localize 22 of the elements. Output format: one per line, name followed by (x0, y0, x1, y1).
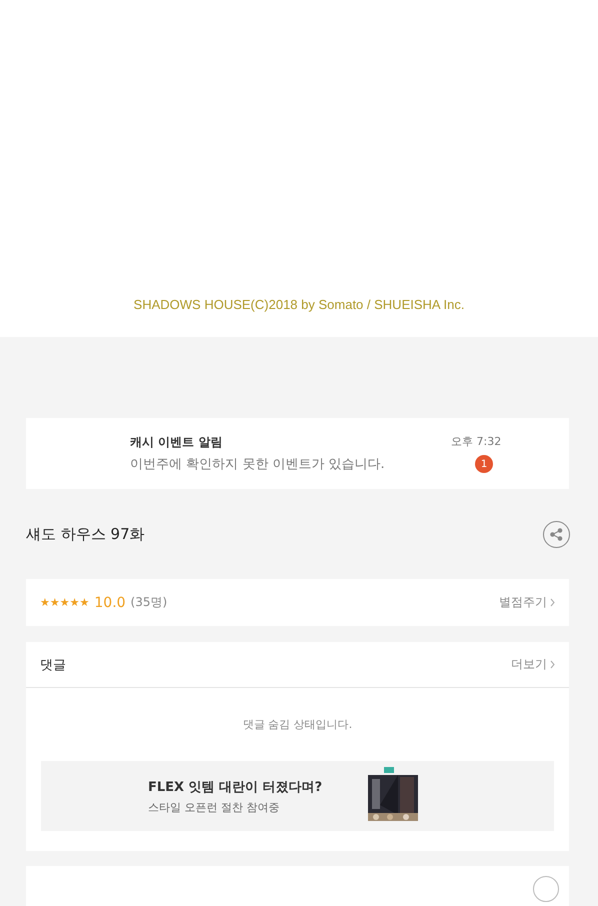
rate-link[interactable]: 별점주기 (499, 594, 555, 611)
episode-title: 섀도 하우스 97화 (26, 524, 145, 544)
share-button[interactable] (543, 520, 570, 548)
notice-title: 캐시 이벤트 알림 (130, 434, 224, 451)
unread-badge: 1 (475, 455, 493, 473)
more-link[interactable]: 더보기 (511, 656, 555, 673)
chevron-icon (550, 660, 555, 669)
share-icon (550, 528, 563, 540)
comments-title: 댓글 (40, 656, 66, 674)
comments-hidden-text: 댓글 숨김 상태입니다. (242, 717, 354, 732)
chevron-icon (550, 598, 555, 607)
copyright-text: SHADOWS HOUSE(C)2018 by Somato / SHUEISHA Inc. (134, 297, 464, 312)
circle-icon (533, 876, 559, 902)
rating-count: (35명) (130, 594, 168, 611)
rating-score: 10.0 (94, 594, 126, 610)
notice-message: 이번주에 확인하지 못한 이벤트가 있습니다. (130, 456, 386, 473)
ad-banner[interactable]: FLEX 잇템 대란이 터졌다며? 스타일 오픈런 절찬 참여중 (41, 761, 554, 831)
star-rating: ★★★★★ (40, 596, 90, 609)
notice-card[interactable]: 캐시 이벤트 알림 이번주에 확인하지 못한 이벤트가 있습니다. 오후 7:32 1 (26, 418, 569, 489)
notice-time: 오후 7:32 (451, 434, 502, 449)
ad-subtitle: 스타일 오픈런 절찬 참여중 (148, 800, 280, 814)
ad-title: FLEX 잇템 대란이 터졌다며? (148, 778, 324, 796)
